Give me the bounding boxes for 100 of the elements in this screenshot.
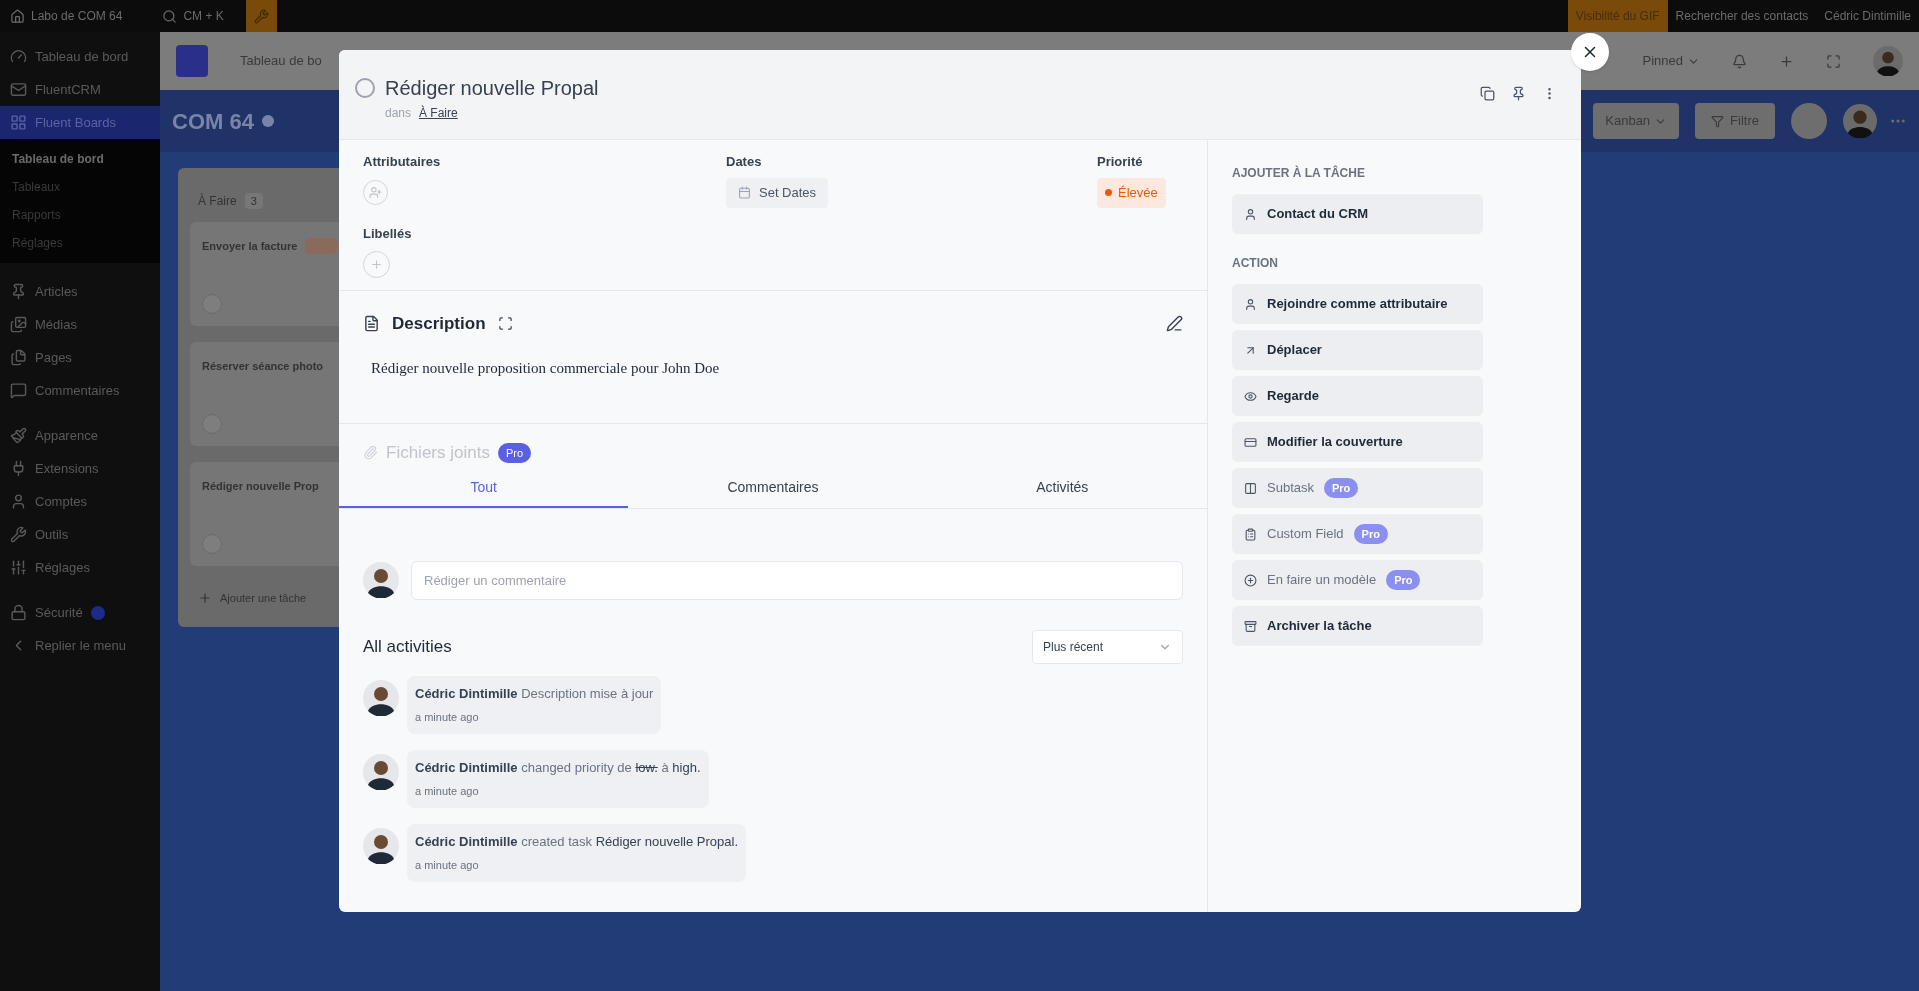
sidebar-item[interactable]: Médias [0, 308, 160, 341]
user-icon [1244, 297, 1257, 311]
sidebar-item[interactable]: Fluent Boards [0, 106, 160, 139]
activity-text: Cédric Dintimille created task Rédiger nouvelle Propal. [415, 832, 739, 851]
user-icon [1244, 207, 1257, 221]
panel-heading: ACTION [1232, 255, 1279, 272]
pages-icon [10, 349, 27, 366]
comment-icon [10, 382, 27, 399]
avatar [363, 753, 399, 790]
sidebar-item[interactable]: Apparence [0, 419, 160, 452]
action-button[interactable]: Subtask Pro [1232, 468, 1483, 508]
wrench-icon [253, 8, 269, 24]
activities-title: All activities [363, 635, 452, 658]
sidebar-item[interactable]: Pages [0, 341, 160, 374]
complete-toggle[interactable] [355, 78, 375, 98]
action-button[interactable]: Contact du CRM [1232, 194, 1483, 234]
action-button[interactable]: Regarde [1232, 376, 1483, 416]
sidebar-item[interactable]: Tableau de bord [0, 40, 160, 73]
sidebar-item[interactable]: Articles [0, 275, 160, 308]
search-link[interactable]: CM + K [152, 0, 234, 32]
wrench-icon [10, 526, 27, 543]
count-badge: 3 [244, 192, 263, 210]
plus-icon[interactable] [1779, 53, 1794, 69]
card-icon [1244, 435, 1257, 449]
sidebar-item[interactable]: Replier le menu [0, 629, 160, 662]
grid-icon [10, 114, 27, 131]
sliders-icon [10, 559, 27, 576]
search-icon [162, 8, 178, 24]
action-button[interactable]: Rejoindre comme attributaire [1232, 284, 1483, 324]
field-label: Libellés [363, 224, 413, 243]
home-icon [10, 8, 25, 24]
envelope-icon [10, 81, 27, 98]
document-icon [363, 315, 380, 333]
pin-icon [10, 283, 27, 300]
action-button[interactable]: Modifier la couverture [1232, 422, 1483, 462]
admin-bar-link[interactable]: Cédric Dintimille [1816, 0, 1919, 32]
status-icon [261, 115, 274, 127]
set-dates-button[interactable]: Set Dates [726, 177, 829, 208]
nav-link[interactable]: Tableau de bo [240, 51, 322, 71]
activity-time: a minute ago [415, 710, 480, 725]
action-button[interactable]: En faire un modèle Pro [1232, 560, 1483, 600]
sidebar-item[interactable]: Extensions [0, 452, 160, 485]
card-title: Envoyer la facture [202, 239, 298, 254]
brush-icon [10, 427, 27, 444]
avatar [363, 562, 399, 598]
card-title: Rédiger nouvelle Prop [202, 479, 319, 494]
task-title: Rédiger nouvelle Propal [385, 76, 599, 101]
pin-icon[interactable] [1511, 86, 1526, 101]
paperclip-icon [363, 445, 378, 461]
tab[interactable]: Commentaires [628, 469, 918, 508]
fullscreen-icon[interactable] [1826, 53, 1841, 69]
pro-badge: Pro [1386, 569, 1421, 591]
plus-icon [370, 258, 383, 271]
sidebar-item[interactable]: Réglages [0, 551, 160, 584]
expand-icon[interactable] [497, 316, 513, 332]
settings-button[interactable] [1791, 103, 1827, 139]
field-label: Priorité [1097, 153, 1144, 171]
tab[interactable]: Tout [339, 469, 629, 508]
images-icon [10, 316, 27, 333]
columns-icon [1244, 481, 1257, 495]
pro-badge: Pro [497, 442, 532, 463]
activity-time: a minute ago [415, 784, 480, 799]
admin-bar-link[interactable]: Rechercher des contacts [1667, 0, 1817, 32]
action-button[interactable]: Custom Field Pro [1232, 514, 1483, 554]
list-icon [1244, 527, 1257, 541]
copy-icon[interactable] [1480, 86, 1495, 101]
sidebar-item[interactable]: Sécurité [0, 596, 160, 629]
activity-text: Cédric Dintimille Description mise à jour [415, 684, 654, 703]
wrench-button[interactable] [245, 0, 277, 32]
card-title: Réserver séance photo [202, 359, 324, 374]
pinned-dropdown[interactable]: Pinned [1642, 51, 1700, 71]
action-button[interactable]: Déplacer [1232, 330, 1483, 370]
list-link[interactable]: À Faire [419, 104, 458, 122]
archive-icon [1244, 619, 1257, 633]
filter-icon [1711, 114, 1725, 128]
field-label: Attributaires [363, 153, 442, 171]
plus-circle-icon [1244, 573, 1257, 587]
user-plus-icon [369, 185, 382, 199]
gauge-icon [10, 48, 27, 65]
user-icon [10, 493, 27, 510]
avatar [1843, 104, 1877, 138]
submenu-item[interactable]: Tableau de bord [0, 145, 160, 173]
action-button[interactable]: Archiver la tâche [1232, 606, 1483, 646]
sidebar-item[interactable]: Comptes [0, 485, 160, 518]
sidebar-item[interactable]: Commentaires [0, 374, 160, 407]
bell-icon[interactable] [1732, 53, 1747, 69]
tab[interactable]: Activités [917, 469, 1207, 508]
field-label: Dates [726, 153, 763, 171]
plus-icon [198, 591, 212, 606]
avatar [1873, 46, 1903, 76]
sidebar-item[interactable]: Outils [0, 518, 160, 551]
edit-icon[interactable] [1166, 315, 1183, 333]
comment-field[interactable]: Rédiger un commentaire [411, 560, 1183, 600]
sidebar-item[interactable]: FluentCRM [0, 73, 160, 106]
site-link[interactable]: Labo de COM 64 [0, 0, 133, 32]
sort-dropdown[interactable]: Plus récent [1032, 629, 1183, 664]
priority-badge[interactable]: Élevée [1097, 177, 1166, 208]
board-title: COM 64 [172, 107, 254, 136]
calendar-icon [738, 186, 751, 199]
panel-heading: AJOUTER À LA TÂCHE [1232, 164, 1366, 182]
